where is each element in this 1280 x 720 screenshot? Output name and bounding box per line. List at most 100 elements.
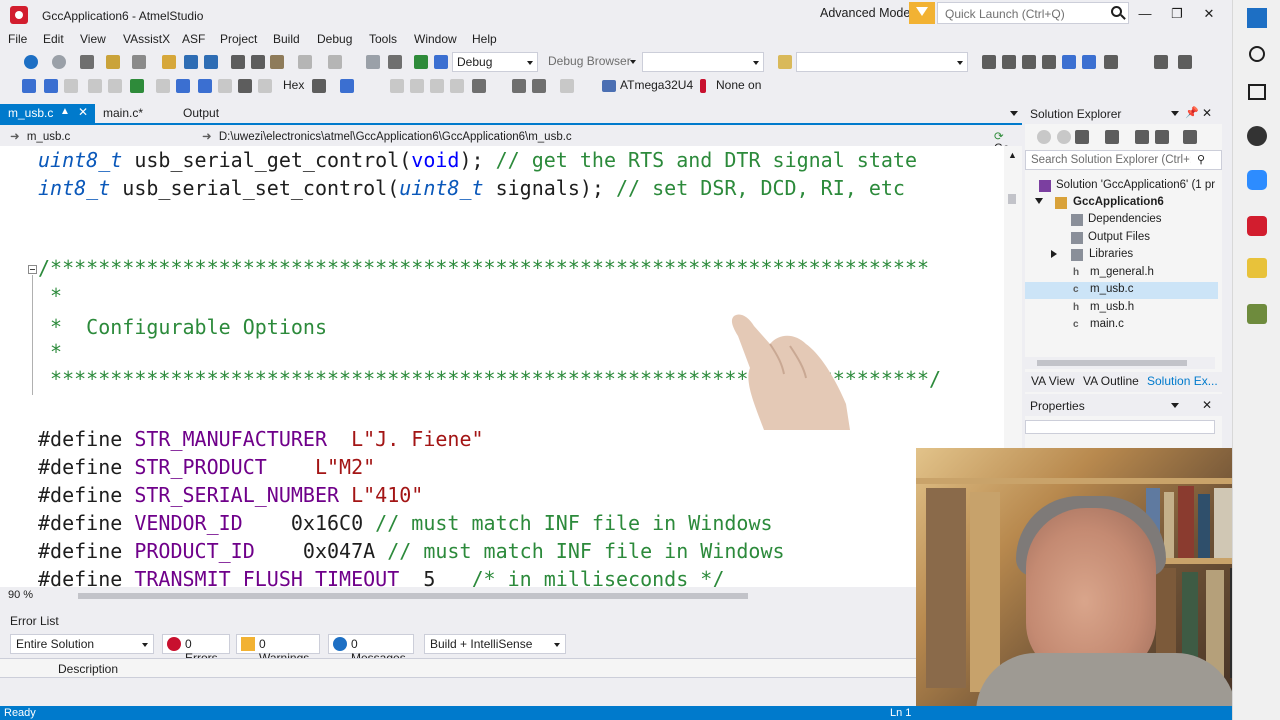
chevron-down-icon[interactable] (1171, 111, 1179, 116)
platform-dropdown[interactable] (642, 52, 764, 72)
io-view-icon[interactable] (560, 79, 574, 93)
layout-icon[interactable] (1042, 55, 1056, 69)
paste-icon[interactable] (270, 55, 284, 69)
close-icon[interactable]: ✕ (1202, 106, 1212, 120)
tool-app-icon[interactable] (1247, 304, 1267, 324)
zoom-level[interactable]: 90 % (8, 589, 33, 601)
menu-view[interactable]: View (80, 32, 106, 46)
solution-search-input[interactable]: Search Solution Explorer (Ctrl+;) ⚲ (1025, 150, 1222, 170)
tab-output[interactable]: Output (175, 104, 235, 123)
collapse-all-icon[interactable] (1155, 130, 1169, 144)
hex-toggle[interactable]: Hex (283, 78, 304, 92)
zoom-app-icon[interactable] (1247, 170, 1267, 190)
obs-icon[interactable] (1247, 126, 1267, 146)
build-icon[interactable] (434, 55, 448, 69)
menu-asf[interactable]: ASF (182, 32, 205, 46)
stop-icon[interactable] (64, 79, 78, 93)
asf-wizard-icon[interactable] (1082, 55, 1096, 69)
search-icon[interactable]: ⚲ (1197, 153, 1205, 166)
attach-icon[interactable] (22, 79, 36, 93)
errors-filter-button[interactable]: 0 Errors (162, 634, 230, 665)
code-editor[interactable]: uint8_t usb_serial_get_control(void); //… (0, 146, 1022, 587)
continue-icon[interactable] (130, 79, 144, 93)
close-icon[interactable]: ✕ (1202, 398, 1212, 412)
error-scope-dropdown[interactable]: Entire Solution (10, 634, 154, 654)
save-all-icon[interactable] (204, 55, 218, 69)
tree-item-m-usb-c[interactable]: c m_usb.c (1025, 282, 1218, 299)
windows-start-icon[interactable] (1247, 8, 1267, 28)
tab-va-view[interactable]: VA View (1031, 374, 1075, 388)
undo-icon[interactable] (298, 55, 312, 69)
step-out-icon[interactable] (198, 79, 212, 93)
go-button[interactable]: ⟳ Go (990, 127, 1022, 155)
search-icon[interactable] (1249, 46, 1265, 62)
find-in-files-icon[interactable] (778, 55, 792, 69)
minimize-icon[interactable]: — (1135, 4, 1155, 24)
outdent-icon[interactable] (1178, 55, 1192, 69)
tab-solution-explorer[interactable]: Solution Ex... (1147, 374, 1218, 388)
menu-project[interactable]: Project (220, 32, 257, 46)
close-tab-icon[interactable]: ✕ (78, 105, 88, 119)
back-icon[interactable] (24, 55, 38, 69)
processor-view-icon[interactable] (512, 79, 526, 93)
sync-icon[interactable] (1105, 130, 1119, 144)
pause-icon[interactable] (108, 79, 122, 93)
messages-filter-button[interactable]: 0 Messages (328, 634, 414, 665)
debug-browser-dropdown[interactable]: Debug Browser (544, 52, 640, 72)
chevron-down-icon[interactable] (1171, 403, 1179, 408)
settings-icon[interactable] (1022, 55, 1036, 69)
menu-debug[interactable]: Debug (317, 32, 352, 46)
tab-va-outline[interactable]: VA Outline (1083, 374, 1139, 388)
next-bookmark-icon[interactable] (472, 79, 486, 93)
menu-file[interactable]: File (8, 32, 27, 46)
warnings-filter-button[interactable]: 0 Warnings (236, 634, 320, 665)
collapse-region-icon[interactable] (28, 265, 37, 274)
find-icon[interactable] (388, 55, 402, 69)
menu-build[interactable]: Build (273, 32, 300, 46)
column-description[interactable]: Description (58, 662, 118, 676)
wrench-icon[interactable] (1002, 55, 1016, 69)
chevron-down-icon[interactable] (1010, 111, 1018, 116)
configuration-dropdown[interactable]: Debug (452, 52, 538, 72)
expanded-arrow-icon[interactable] (1035, 198, 1043, 204)
close-icon[interactable]: ✕ (1199, 4, 1219, 24)
wrench-icon[interactable] (1183, 130, 1197, 144)
open-folder-icon[interactable] (162, 55, 176, 69)
menu-tools[interactable]: Tools (369, 32, 397, 46)
indent-icon[interactable] (1154, 55, 1168, 69)
device-label[interactable]: ATmega32U4 (620, 78, 693, 92)
forward-icon[interactable] (1057, 130, 1071, 144)
new-item-icon[interactable] (106, 55, 120, 69)
menu-help[interactable]: Help (472, 32, 497, 46)
quick-launch-input[interactable]: Quick Launch (Ctrl+Q) (937, 2, 1129, 24)
tab-main-c[interactable]: main.c* (95, 104, 157, 123)
pin-icon[interactable]: ▲ (60, 106, 70, 117)
run-to-cursor-icon[interactable] (238, 79, 252, 93)
cut-icon[interactable] (231, 55, 245, 69)
show-next-statement-icon[interactable] (88, 79, 102, 93)
terminal-icon[interactable] (1104, 55, 1118, 69)
collapsed-arrow-icon[interactable] (1051, 250, 1057, 258)
build-source-dropdown[interactable]: Build + IntelliSense (424, 634, 566, 654)
prev-bookmark-icon[interactable] (450, 79, 464, 93)
memory-view-icon[interactable] (532, 79, 546, 93)
restart-icon[interactable] (218, 79, 232, 93)
scroll-up-icon[interactable]: ▲ (1008, 150, 1017, 160)
disable-breakpoints-icon[interactable] (312, 79, 326, 93)
tool-label[interactable]: None on (716, 78, 761, 92)
step-over-icon[interactable] (176, 79, 190, 93)
scrollbar-thumb[interactable] (1037, 360, 1187, 366)
comment-icon[interactable] (390, 79, 404, 93)
navigate-icon[interactable] (366, 55, 380, 69)
back-icon[interactable] (1037, 130, 1051, 144)
solution-horizontal-scrollbar[interactable] (1025, 357, 1215, 369)
step-into-icon[interactable] (156, 79, 170, 93)
feedback-filter-icon[interactable] (909, 2, 935, 24)
copy-icon[interactable] (251, 55, 265, 69)
atmel-studio-icon[interactable] (1247, 216, 1267, 236)
maximize-icon[interactable]: ❐ (1167, 4, 1187, 24)
windows-icon[interactable] (340, 79, 354, 93)
menu-window[interactable]: Window (414, 32, 457, 46)
save-icon[interactable] (184, 55, 198, 69)
device-programming-icon[interactable] (982, 55, 996, 69)
